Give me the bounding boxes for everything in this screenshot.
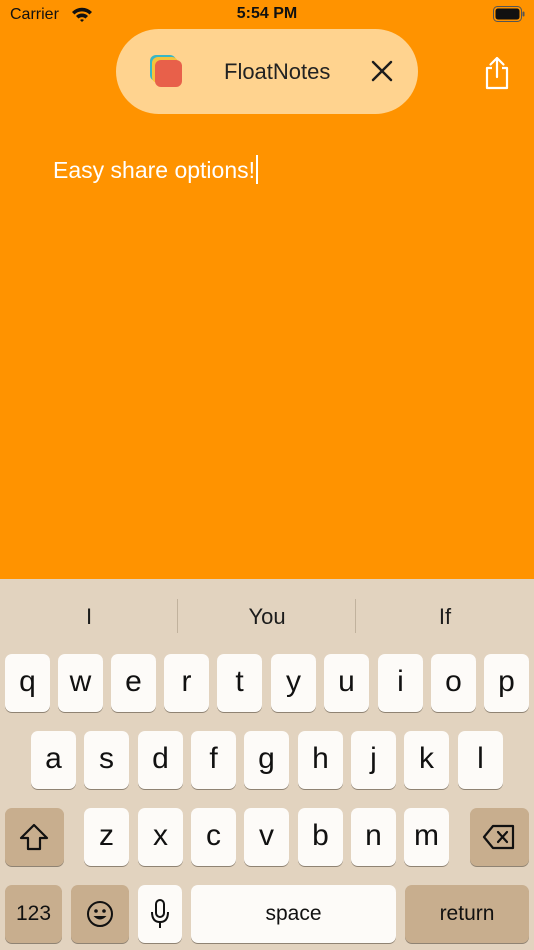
dictation-key[interactable] xyxy=(138,885,182,943)
delete-icon xyxy=(482,824,515,850)
key-v[interactable]: v xyxy=(244,808,289,866)
key-k[interactable]: k xyxy=(404,731,449,789)
keyboard: I You If q w e r t y u i o p a s d f g h… xyxy=(0,579,534,950)
suggestion-bar: I You If xyxy=(0,597,534,637)
key-l[interactable]: l xyxy=(458,731,503,789)
key-z[interactable]: z xyxy=(84,808,129,866)
shift-icon xyxy=(19,823,49,851)
key-m[interactable]: m xyxy=(404,808,449,866)
text-cursor xyxy=(256,155,259,184)
battery-icon xyxy=(493,6,525,22)
key-b[interactable]: b xyxy=(298,808,343,866)
key-i[interactable]: i xyxy=(378,654,423,712)
key-s[interactable]: s xyxy=(84,731,129,789)
key-w[interactable]: w xyxy=(58,654,103,712)
key-r[interactable]: r xyxy=(164,654,209,712)
close-icon[interactable] xyxy=(368,57,396,85)
delete-key[interactable] xyxy=(470,808,529,866)
share-icon[interactable] xyxy=(482,56,512,90)
key-n[interactable]: n xyxy=(351,808,396,866)
key-a[interactable]: a xyxy=(31,731,76,789)
key-p[interactable]: p xyxy=(484,654,529,712)
status-bar: Carrier 5:54 PM xyxy=(0,0,534,30)
floatnotes-screen: Carrier 5:54 PM FloatNotes Easy share op… xyxy=(0,0,534,950)
emoji-icon xyxy=(87,901,113,927)
space-key[interactable]: space xyxy=(191,885,396,943)
key-e[interactable]: e xyxy=(111,654,156,712)
suggestion-item[interactable]: If xyxy=(356,597,534,637)
app-title: FloatNotes xyxy=(224,59,331,84)
note-text-editor[interactable]: Easy share options! xyxy=(53,155,259,184)
note-text: Easy share options! xyxy=(53,157,256,183)
key-x[interactable]: x xyxy=(138,808,183,866)
key-o[interactable]: o xyxy=(431,654,476,712)
emoji-key[interactable] xyxy=(71,885,129,943)
key-u[interactable]: u xyxy=(324,654,369,712)
microphone-icon xyxy=(151,899,169,928)
key-y[interactable]: y xyxy=(271,654,316,712)
key-j[interactable]: j xyxy=(351,731,396,789)
key-h[interactable]: h xyxy=(298,731,343,789)
key-d[interactable]: d xyxy=(138,731,183,789)
app-logo-icon xyxy=(148,53,184,89)
app-header-pill: FloatNotes xyxy=(116,29,418,114)
suggestion-item[interactable]: You xyxy=(178,597,356,637)
key-t[interactable]: t xyxy=(217,654,262,712)
suggestion-item[interactable]: I xyxy=(0,597,178,637)
return-key[interactable]: return xyxy=(405,885,529,943)
numbers-key[interactable]: 123 xyxy=(5,885,62,943)
key-c[interactable]: c xyxy=(191,808,236,866)
shift-key[interactable] xyxy=(5,808,64,866)
key-f[interactable]: f xyxy=(191,731,236,789)
status-time: 5:54 PM xyxy=(236,5,298,22)
key-g[interactable]: g xyxy=(244,731,289,789)
key-q[interactable]: q xyxy=(5,654,50,712)
